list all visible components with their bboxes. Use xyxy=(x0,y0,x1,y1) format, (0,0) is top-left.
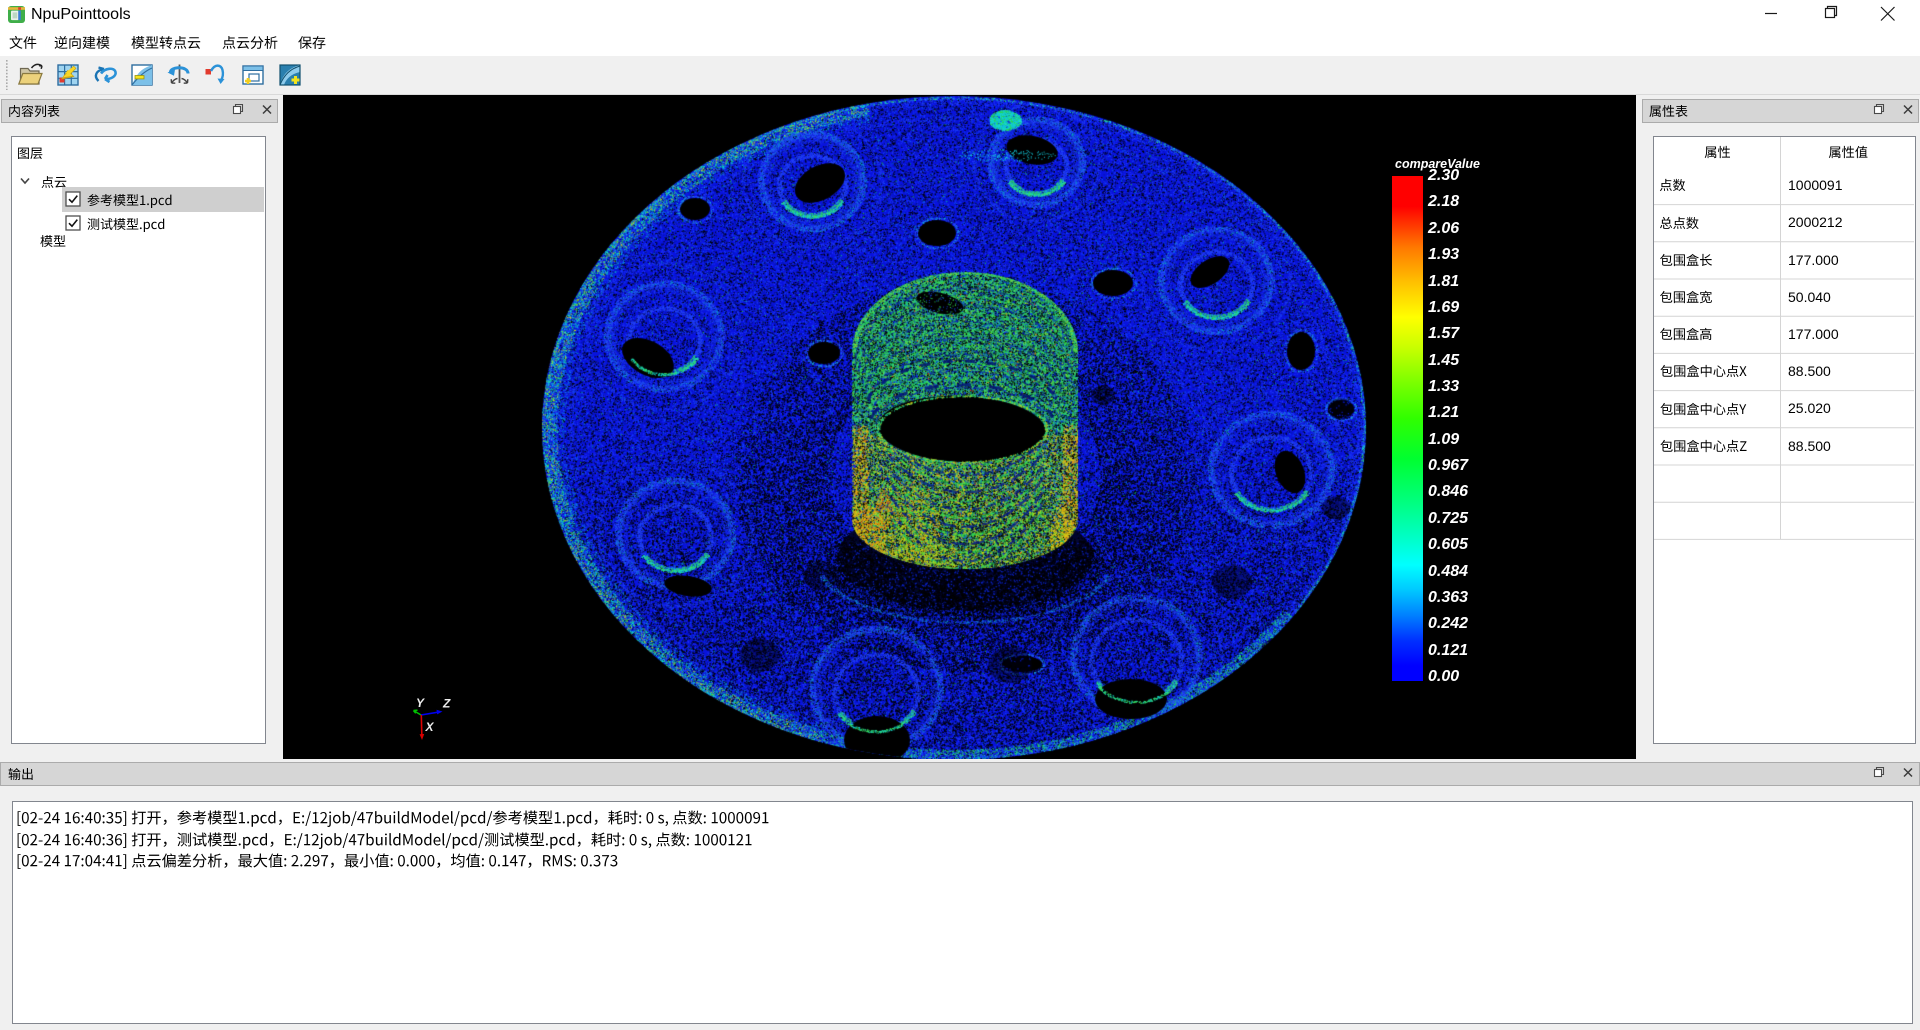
svg-text:Z: Z xyxy=(442,697,451,711)
svg-text:Y: Y xyxy=(416,696,425,710)
svg-text:X: X xyxy=(425,720,435,734)
